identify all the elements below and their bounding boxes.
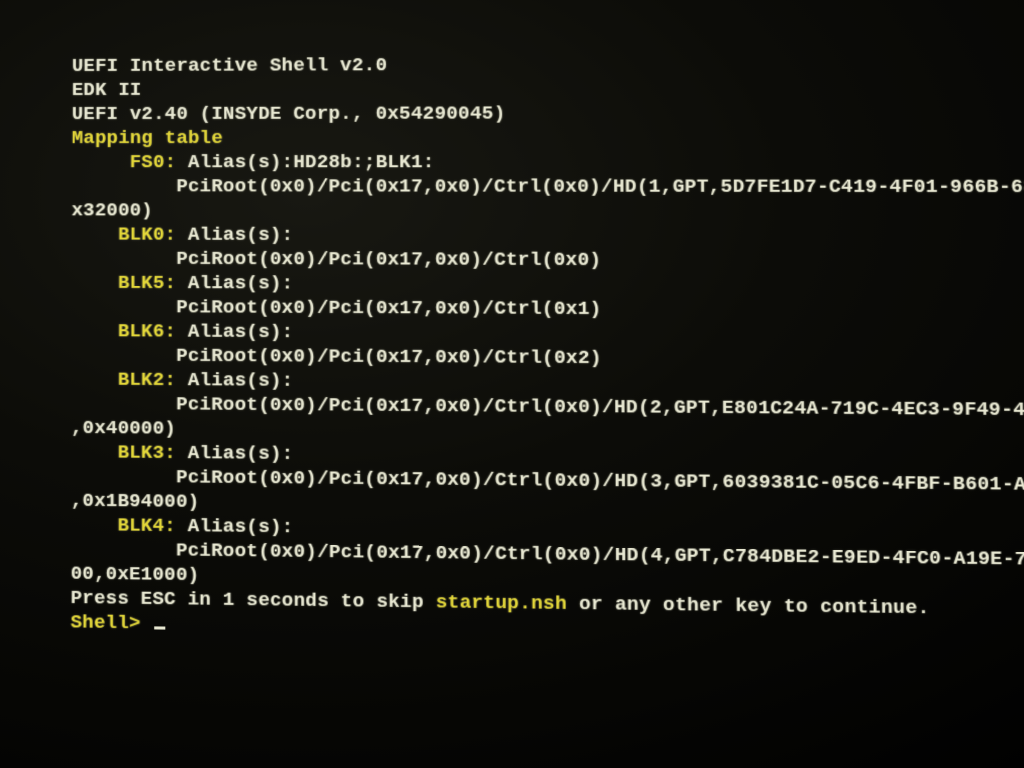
blk5-label: BLK5: (71, 272, 176, 295)
startup-nsh-file: startup.nsh (436, 591, 567, 615)
blk3-label: BLK3: (71, 441, 176, 464)
mapping-table-heading: Mapping table (72, 127, 223, 149)
header-line-1: UEFI Interactive Shell v2.0 (72, 54, 387, 77)
blk0-path: PciRoot(0x0)/Pci(0x17,0x0)/Ctrl(0x0) (71, 247, 601, 271)
blk2-path: PciRoot(0x0)/Pci(0x17,0x0)/Ctrl(0x0)/HD(… (71, 393, 1024, 422)
blk5-path: PciRoot(0x0)/Pci(0x17,0x0)/Ctrl(0x1) (71, 296, 601, 320)
startup-prompt-post: or any other key to continue. (567, 592, 930, 619)
blk3-path: PciRoot(0x0)/Pci(0x17,0x0)/Ctrl(0x0)/HD(… (71, 465, 1024, 496)
startup-prompt-pre: Press ESC in 1 seconds to skip (71, 587, 436, 614)
blk6-alias: Alias(s): (176, 320, 293, 343)
blk2-alias: Alias(s): (176, 369, 293, 392)
cursor-icon (154, 626, 165, 629)
blk4-wrap: 00,0xE1000) (71, 562, 200, 586)
blk4-label: BLK4: (71, 514, 176, 537)
uefi-shell-screen[interactable]: UEFI Interactive Shell v2.0 EDK II UEFI … (71, 27, 1024, 647)
shell-prompt[interactable]: Shell> (71, 611, 153, 634)
blk2-wrap: ,0x40000) (71, 417, 176, 440)
fs0-label: FS0: (72, 151, 177, 173)
blk2-label: BLK2: (71, 368, 176, 391)
fs0-path: PciRoot(0x0)/Pci(0x17,0x0)/Ctrl(0x0)/HD(… (72, 175, 1024, 198)
blk5-alias: Alias(s): (176, 272, 293, 295)
blk4-alias: Alias(s): (176, 515, 294, 539)
blk6-path: PciRoot(0x0)/Pci(0x17,0x0)/Ctrl(0x2) (71, 344, 602, 369)
fs0-wrap: x32000) (72, 199, 153, 221)
blk4-path: PciRoot(0x0)/Pci(0x17,0x0)/Ctrl(0x0)/HD(… (71, 538, 1024, 571)
header-line-2: EDK II (72, 79, 142, 101)
blk0-label: BLK0: (71, 223, 176, 245)
blk0-alias: Alias(s): (176, 224, 293, 246)
fs0-alias: Alias(s):HD28b:;BLK1: (176, 151, 434, 173)
header-line-3: UEFI v2.40 (INSYDE Corp., 0x54290045) (72, 102, 506, 125)
blk6-label: BLK6: (71, 320, 176, 343)
blk3-wrap: ,0x1B94000) (71, 490, 200, 513)
blk3-alias: Alias(s): (176, 442, 293, 465)
